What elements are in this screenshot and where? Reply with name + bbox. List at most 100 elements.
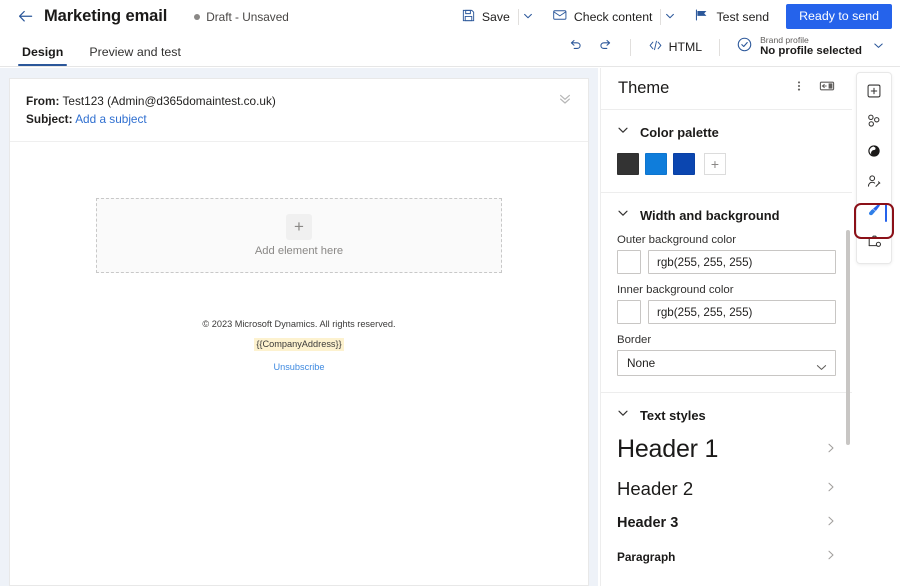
layout-blocks-icon [866, 113, 882, 134]
outer-background-label: Outer background color [617, 234, 836, 246]
toolbar-divider [630, 39, 631, 56]
theme-brush-icon [866, 202, 883, 224]
theme-panel-header: Theme [601, 68, 852, 110]
border-select[interactable]: None [617, 350, 836, 376]
rail-button-assets[interactable] [859, 139, 889, 167]
outer-background-input[interactable] [648, 250, 836, 274]
email-canvas: From: Test123 (Admin@d365domaintest.co.u… [0, 68, 598, 586]
undo-icon [568, 37, 583, 57]
border-select-wrap: None [617, 350, 836, 376]
email-header: From: Test123 (Admin@d365domaintest.co.u… [10, 79, 588, 142]
text-style-label-header-3: Header 3 [617, 515, 678, 531]
color-swatch-2[interactable] [645, 153, 667, 175]
save-dropdown-button[interactable] [518, 4, 538, 30]
assets-icon [866, 143, 882, 164]
inner-background-input[interactable] [648, 300, 836, 324]
chevron-down-icon [617, 206, 629, 224]
chevron-right-icon [826, 514, 836, 532]
add-element-dropzone[interactable]: + Add element here [96, 198, 502, 273]
rail-button-add-element[interactable] [859, 79, 889, 107]
brand-profile-button[interactable]: Brand profile No profile selected [730, 34, 888, 60]
color-palette-swatches: + [601, 151, 852, 192]
rail-button-content-settings[interactable] [859, 229, 889, 257]
add-element-label: Add element here [255, 245, 343, 257]
section-width-background-title: Width and background [640, 208, 780, 223]
section-width-background-header[interactable]: Width and background [601, 193, 852, 234]
save-button[interactable]: Save [453, 4, 518, 30]
chevron-down-icon [617, 123, 629, 141]
outer-background-field: Outer background color [601, 234, 852, 274]
tab-design[interactable]: Design [20, 45, 65, 66]
envelope-check-icon [552, 7, 568, 26]
page-title: Marketing email [44, 7, 167, 26]
add-subject-link[interactable]: Add a subject [75, 112, 146, 126]
plus-icon: + [711, 157, 719, 171]
status-dot-icon [194, 14, 200, 20]
inner-background-field: Inner background color [601, 284, 852, 324]
content-settings-icon [866, 233, 882, 254]
tab-preview-and-test[interactable]: Preview and test [87, 45, 183, 66]
text-style-row-header-3[interactable]: Header 3 [601, 507, 852, 539]
subject-label: Subject: [26, 112, 73, 126]
border-field: Border None [601, 334, 852, 376]
text-style-row-header-1[interactable]: Header 1 [601, 428, 852, 471]
collapse-panel-button[interactable] [816, 78, 838, 100]
add-color-button[interactable]: + [704, 153, 726, 175]
footer-company-address-token[interactable]: {{CompanyAddress}} [254, 338, 343, 351]
text-style-row-paragraph[interactable]: Paragraph [601, 539, 852, 573]
check-content-dropdown-button[interactable] [660, 4, 680, 30]
text-style-row-header-2[interactable]: Header 2 [601, 471, 852, 507]
collapse-panel-icon [819, 79, 835, 98]
text-style-label-header-1: Header 1 [617, 435, 718, 464]
brand-profile-text: Brand profile No profile selected [760, 36, 862, 58]
section-color-palette-header[interactable]: Color palette [601, 110, 852, 151]
redo-button[interactable] [592, 34, 620, 60]
footer-unsubscribe-link[interactable]: Unsubscribe [273, 362, 324, 372]
outer-background-swatch[interactable] [617, 250, 641, 274]
theme-more-options-button[interactable] [788, 78, 810, 100]
test-send-label: Test send [716, 10, 769, 24]
draft-status: Draft - Unsaved [194, 10, 289, 24]
email-card: From: Test123 (Admin@d365domaintest.co.u… [9, 78, 589, 586]
back-button[interactable] [10, 2, 40, 32]
brand-profile-value: No profile selected [760, 45, 862, 57]
status-text: Draft - Unsaved [206, 10, 289, 24]
section-text-styles-title: Text styles [640, 408, 706, 423]
chevron-down-icon [617, 406, 629, 424]
save-disk-icon [461, 8, 476, 26]
email-subject-line: Subject: Add a subject [26, 110, 572, 128]
inner-background-swatch[interactable] [617, 300, 641, 324]
rail-button-personalization[interactable] [859, 169, 889, 197]
section-color-palette-title: Color palette [640, 125, 719, 140]
chevron-down-icon [665, 8, 675, 26]
color-swatch-1[interactable] [617, 153, 639, 175]
arrow-left-icon [17, 8, 34, 25]
command-bar-actions: Save Check content [453, 0, 900, 33]
redo-icon [598, 37, 613, 57]
marketing-email-designer: Marketing email Draft - Unsaved Save [0, 0, 900, 586]
color-swatch-3[interactable] [673, 153, 695, 175]
html-label: HTML [669, 40, 702, 54]
code-icon [648, 38, 663, 56]
ready-to-send-button[interactable]: Ready to send [786, 4, 892, 29]
email-header-collapse-button[interactable] [556, 92, 574, 110]
rail-button-theme[interactable] [859, 199, 889, 227]
email-from-line: From: Test123 (Admin@d365domaintest.co.u… [26, 92, 572, 110]
double-chevron-down-icon [558, 92, 572, 111]
email-body: + Add element here © 2023 Microsoft Dyna… [10, 198, 588, 378]
section-text-styles-header[interactable]: Text styles [601, 393, 852, 428]
outer-background-row [617, 250, 836, 274]
footer-copyright: © 2023 Microsoft Dynamics. All rights re… [10, 318, 588, 331]
check-content-button[interactable]: Check content [544, 4, 661, 30]
theme-panel-scrollbar[interactable] [846, 230, 850, 445]
save-label: Save [482, 10, 510, 24]
brand-check-icon [736, 36, 753, 58]
personalization-icon [866, 173, 882, 194]
inner-background-label: Inner background color [617, 284, 836, 296]
test-send-button[interactable]: Test send [686, 4, 777, 30]
rail-button-layout-blocks[interactable] [859, 109, 889, 137]
theme-panel-body: Color palette + Width and background Out… [601, 110, 852, 586]
undo-button[interactable] [562, 34, 590, 60]
html-button[interactable]: HTML [641, 34, 709, 60]
tab-bar: Design Preview and test HTML [0, 33, 900, 67]
